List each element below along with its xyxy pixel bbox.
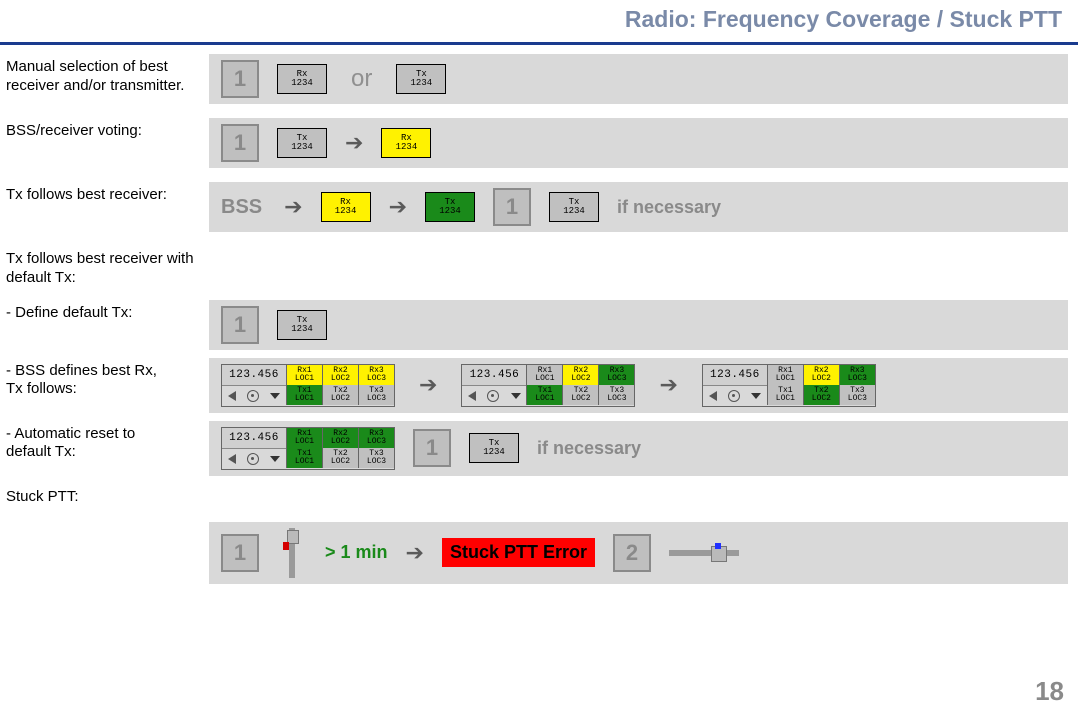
rx3-cell[interactable]: Rx3LOC3	[358, 428, 394, 448]
rx2-cell[interactable]: Rx2LOC2	[322, 428, 358, 448]
arrow-icon: ➔	[389, 194, 407, 220]
rx2-cell[interactable]: Rx2LOC2	[322, 365, 358, 385]
tx3-cell[interactable]: Tx3LOC3	[598, 385, 634, 405]
tx-1234-active[interactable]: Tx 1234	[425, 192, 475, 222]
strip-define-def: 1 Tx 1234	[209, 300, 1068, 350]
bss-label: BSS	[221, 196, 266, 219]
rx-1234-selected[interactable]: Rx 1234	[321, 192, 371, 222]
tx3-cell[interactable]: Tx3LOC3	[839, 385, 875, 405]
tx2-cell[interactable]: Tx2LOC2	[322, 385, 358, 405]
panel-controls	[703, 386, 767, 406]
step-1: 1	[221, 60, 259, 98]
panel-controls	[222, 449, 286, 469]
rx3-cell[interactable]: Rx3LOC3	[839, 365, 875, 385]
step-1: 1	[493, 188, 531, 226]
arrow-icon: ➔	[659, 372, 677, 398]
title-bar: Radio: Frequency Coverage / Stuck PTT	[0, 0, 1078, 45]
speaker-icon	[468, 391, 476, 401]
tx1-cell[interactable]: Tx1LOC1	[526, 385, 562, 405]
radio-panel-2[interactable]: 123.456 Rx1LOC1 Rx2LOC2 Rx3LOC3 Tx1LOC1 …	[461, 364, 635, 407]
radio-panel-1[interactable]: 123.456 Rx1LOC1 Rx2LOC2 Rx3LOC3 Tx1LOC1 …	[221, 364, 395, 407]
label-manual: Manual selection of best receiver and/or…	[0, 54, 209, 100]
rx1-cell[interactable]: Rx1LOC1	[526, 365, 562, 385]
page-title: Radio: Frequency Coverage / Stuck PTT	[0, 0, 1078, 33]
label-define-def: - Define default Tx:	[0, 300, 209, 327]
tx3-cell[interactable]: Tx3LOC3	[358, 448, 394, 468]
freq-display: 123.456	[222, 365, 286, 386]
rx3-cell[interactable]: Rx3LOC3	[598, 365, 634, 385]
speaker-icon	[228, 454, 236, 464]
freq-display: 123.456	[222, 428, 286, 449]
rx2-cell[interactable]: Rx2LOC2	[803, 365, 839, 385]
tx1-cell[interactable]: Tx1LOC1	[286, 385, 322, 405]
rx1-cell[interactable]: Rx1LOC1	[767, 365, 803, 385]
rx-1234-selected[interactable]: Rx 1234	[381, 128, 431, 158]
if-necessary: if necessary	[537, 438, 641, 459]
step-2: 2	[613, 534, 651, 572]
mic-icon	[247, 390, 259, 402]
label-bss-voting: BSS/receiver voting:	[0, 118, 209, 145]
ptt-slider-vertical[interactable]	[277, 528, 307, 578]
rx-1234-button[interactable]: Rx 1234	[277, 64, 327, 94]
label-auto-reset: - Automatic reset to default Tx:	[0, 421, 209, 467]
panel-controls	[462, 386, 526, 406]
strip-auto-reset: 123.456 Rx1LOC1 Rx2LOC2 Rx3LOC3 Tx1LOC1 …	[209, 421, 1068, 476]
tx-1234-button[interactable]: Tx 1234	[396, 64, 446, 94]
tx-1234-button[interactable]: Tx 1234	[277, 310, 327, 340]
gt-1-min: > 1 min	[325, 542, 388, 563]
if-necessary: if necessary	[617, 197, 721, 218]
rx3-cell[interactable]: Rx3LOC3	[358, 365, 394, 385]
panel-controls	[222, 386, 286, 406]
speaker-icon	[709, 391, 717, 401]
tx1-cell[interactable]: Tx1LOC1	[767, 385, 803, 405]
tx-1234-button[interactable]: Tx 1234	[549, 192, 599, 222]
rx2-cell[interactable]: Rx2LOC2	[562, 365, 598, 385]
or-text: or	[345, 65, 378, 93]
rx1-cell[interactable]: Rx1LOC1	[286, 428, 322, 448]
label-bss-defines: - BSS defines best Rx, Tx follows:	[0, 358, 209, 404]
radio-panel-4[interactable]: 123.456 Rx1LOC1 Rx2LOC2 Rx3LOC3 Tx1LOC1 …	[221, 427, 395, 470]
chevron-down-icon	[270, 456, 280, 462]
page-number: 18	[1035, 676, 1064, 707]
strip-tx-follows: BSS ➔ Rx 1234 ➔ Tx 1234 1 Tx 1234 if nec…	[209, 182, 1068, 232]
mic-icon	[487, 390, 499, 402]
ptt-slider-horizontal[interactable]	[669, 543, 739, 563]
label-tx-follows-def: Tx follows best receiver with default Tx…	[0, 246, 209, 292]
mic-icon	[728, 390, 740, 402]
label-stuck-ptt: Stuck PTT:	[0, 484, 209, 511]
chevron-down-icon	[751, 393, 761, 399]
tx2-cell[interactable]: Tx2LOC2	[803, 385, 839, 405]
strip-manual: 1 Rx 1234 or Tx 1234	[209, 54, 1068, 104]
arrow-icon: ➔	[345, 130, 363, 156]
freq-display: 123.456	[462, 365, 526, 386]
speaker-icon	[228, 391, 236, 401]
strip-bss-voting: 1 Tx 1234 ➔ Rx 1234	[209, 118, 1068, 168]
step-1: 1	[221, 124, 259, 162]
freq-display: 123.456	[703, 365, 767, 386]
label-tx-follows: Tx follows best receiver:	[0, 182, 209, 209]
chevron-down-icon	[511, 393, 521, 399]
tx3-cell[interactable]: Tx3LOC3	[358, 385, 394, 405]
tx2-cell[interactable]: Tx2LOC2	[322, 448, 358, 468]
content: Manual selection of best receiver and/or…	[0, 54, 1068, 683]
step-1: 1	[221, 534, 259, 572]
arrow-icon: ➔	[419, 372, 437, 398]
strip-bss-defines: 123.456 Rx1LOC1 Rx2LOC2 Rx3LOC3 Tx1LOC1 …	[209, 358, 1068, 413]
tx2-cell[interactable]: Tx2LOC2	[562, 385, 598, 405]
chevron-down-icon	[270, 393, 280, 399]
rx1-cell[interactable]: Rx1LOC1	[286, 365, 322, 385]
arrow-icon: ➔	[284, 194, 302, 220]
strip-stuck-ptt: 1 > 1 min ➔ Stuck PTT Error 2	[209, 522, 1068, 584]
radio-panel-3[interactable]: 123.456 Rx1LOC1 Rx2LOC2 Rx3LOC3 Tx1LOC1 …	[702, 364, 876, 407]
arrow-icon: ➔	[406, 540, 424, 566]
tx-1234-button[interactable]: Tx 1234	[469, 433, 519, 463]
mic-icon	[247, 453, 259, 465]
step-1: 1	[221, 306, 259, 344]
stuck-ptt-error: Stuck PTT Error	[442, 538, 595, 567]
tx1-cell[interactable]: Tx1LOC1	[286, 448, 322, 468]
step-1: 1	[413, 429, 451, 467]
tx-1234-button[interactable]: Tx 1234	[277, 128, 327, 158]
